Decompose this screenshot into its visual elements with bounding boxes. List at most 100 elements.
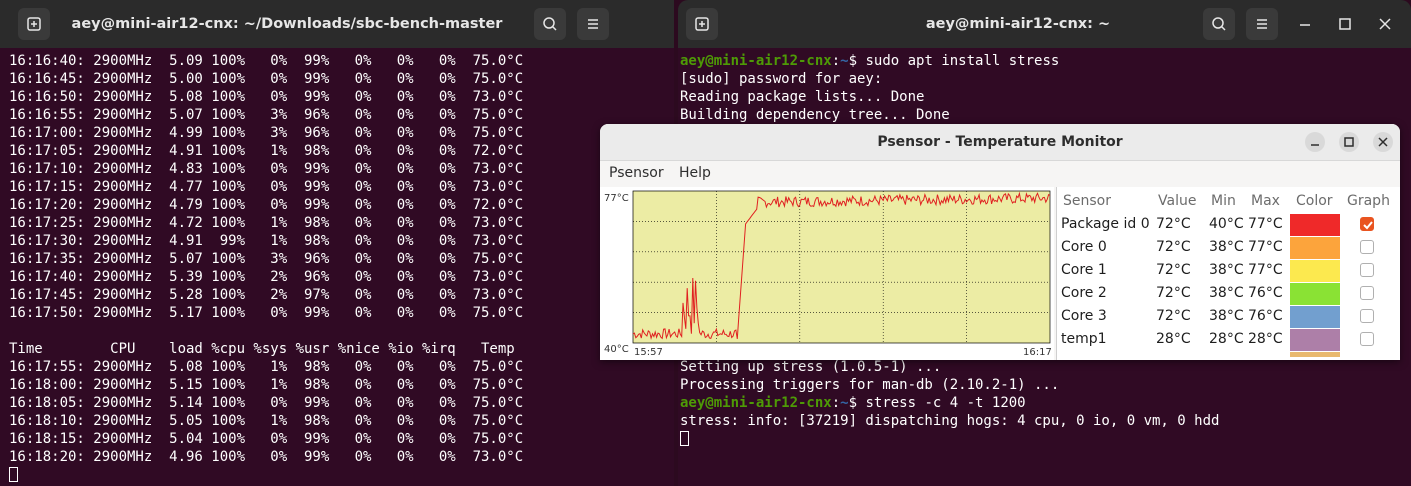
graph-checkbox[interactable] <box>1360 286 1374 300</box>
sensor-name: temp1 <box>1061 331 1107 347</box>
output-line: Setting up stress (1.0.5-1) ... <box>680 359 942 375</box>
sensor-row[interactable]: Core 3 72°C 38°C 76°C <box>1057 305 1397 328</box>
sensor-name: Core 2 <box>1061 285 1107 301</box>
sensor-row-partial <box>1057 351 1397 357</box>
header-min[interactable]: Min <box>1211 193 1236 209</box>
output-line: 16:17:35: 2900MHz 5.07 100% 3% 96% 0% 0%… <box>9 251 524 267</box>
right-terminal-headerbar: aey@mini-air12-cnx: ~ <box>678 0 1411 48</box>
menu-button[interactable] <box>577 8 609 40</box>
sensor-row[interactable]: Package id 0 72°C 40°C 77°C <box>1057 213 1397 236</box>
sensor-row[interactable]: Core 2 72°C 38°C 76°C <box>1057 282 1397 305</box>
output-line: stress: info: [37219] dispatching hogs: … <box>680 413 1220 429</box>
sensor-max: 28°C <box>1248 331 1283 347</box>
sensor-row[interactable]: Core 1 72°C 38°C 77°C <box>1057 259 1397 282</box>
prompt-user: aey@mini-air12-cnx <box>680 53 832 69</box>
sensor-color-swatch[interactable] <box>1290 214 1340 236</box>
header-max[interactable]: Max <box>1251 193 1280 209</box>
search-button[interactable] <box>534 8 566 40</box>
output-line: 16:17:05: 2900MHz 4.91 100% 1% 98% 0% 0%… <box>9 143 524 159</box>
minimize-button[interactable] <box>1289 8 1321 40</box>
output-line: 16:16:40: 2900MHz 5.09 100% 0% 99% 0% 0%… <box>9 53 524 69</box>
hamburger-icon <box>588 19 598 29</box>
left-terminal-content[interactable]: 16:16:40: 2900MHz 5.09 100% 0% 99% 0% 0%… <box>0 48 674 486</box>
output-line: 16:17:55: 2900MHz 5.08 100% 1% 98% 0% 0%… <box>9 359 524 375</box>
prompt-separator: : <box>831 395 841 411</box>
graph-checkbox[interactable] <box>1360 263 1374 277</box>
output-line: 16:17:10: 2900MHz 4.83 100% 0% 99% 0% 0%… <box>9 161 524 177</box>
terminal-cursor <box>9 467 18 482</box>
header-color[interactable]: Color <box>1296 193 1333 209</box>
output-line: 16:18:05: 2900MHz 5.14 100% 0% 99% 0% 0%… <box>9 395 524 411</box>
output-line: Time CPU load %cpu %sys %usr %nice %io %… <box>9 341 515 357</box>
sensor-value: 72°C <box>1156 216 1191 232</box>
maximize-icon <box>1344 137 1354 147</box>
sensor-value: 72°C <box>1156 239 1191 255</box>
sensor-min: 38°C <box>1209 239 1244 255</box>
output-line: 16:17:20: 2900MHz 4.79 100% 0% 99% 0% 0%… <box>9 197 524 213</box>
header-sensor[interactable]: Sensor <box>1063 193 1111 209</box>
prompt-symbol: $ <box>848 53 858 69</box>
psensor-window: Psensor - Temperature Monitor Psensor He… <box>600 124 1400 360</box>
sensor-color-swatch[interactable] <box>1290 260 1340 282</box>
output-line: 16:18:10: 2900MHz 5.05 100% 1% 98% 0% 0%… <box>9 413 524 429</box>
sensor-color-swatch[interactable] <box>1290 306 1340 328</box>
sensor-row[interactable]: Core 0 72°C 38°C 77°C <box>1057 236 1397 259</box>
graph-checkbox[interactable] <box>1360 309 1374 323</box>
menu-help[interactable]: Help <box>679 165 711 181</box>
output-line: 16:17:40: 2900MHz 5.39 100% 2% 96% 0% 0%… <box>9 269 524 285</box>
psensor-titlebar: Psensor - Temperature Monitor <box>600 124 1400 161</box>
new-tab-button[interactable] <box>18 8 50 40</box>
sensor-color-swatch <box>1290 352 1340 357</box>
psensor-minimize-button[interactable] <box>1305 132 1325 152</box>
close-button[interactable] <box>1369 8 1401 40</box>
search-button[interactable] <box>1203 8 1235 40</box>
sensor-max: 76°C <box>1248 308 1283 324</box>
minimize-icon <box>1311 144 1319 146</box>
sensor-color-swatch[interactable] <box>1290 237 1340 259</box>
left-terminal-output: 16:16:40: 2900MHz 5.09 100% 0% 99% 0% 0%… <box>9 52 523 484</box>
right-terminal-output-top: aey@mini-air12-cnx:~$ sudo apt install s… <box>680 52 1059 124</box>
menu-button[interactable] <box>1246 8 1278 40</box>
sensor-max: 77°C <box>1248 239 1283 255</box>
prompt-separator: : <box>831 53 841 69</box>
menu-psensor[interactable]: Psensor <box>609 165 664 181</box>
sensor-color-swatch[interactable] <box>1290 329 1340 351</box>
psensor-maximize-button[interactable] <box>1339 132 1359 152</box>
sensor-row[interactable]: temp1 28°C 28°C 28°C <box>1057 328 1397 351</box>
psensor-close-button[interactable] <box>1373 132 1393 152</box>
sensor-name: Core 1 <box>1061 262 1107 278</box>
header-value[interactable]: Value <box>1158 193 1196 209</box>
sensor-value: 72°C <box>1156 308 1191 324</box>
sensor-value: 72°C <box>1156 285 1191 301</box>
header-graph[interactable]: Graph <box>1347 193 1390 209</box>
output-line: 16:18:00: 2900MHz 5.15 100% 1% 98% 0% 0%… <box>9 377 524 393</box>
sensor-value: 72°C <box>1156 262 1191 278</box>
close-icon <box>1379 18 1391 30</box>
graph-checkbox[interactable] <box>1360 217 1374 231</box>
output-line: 16:16:55: 2900MHz 5.07 100% 3% 96% 0% 0%… <box>9 107 524 123</box>
output-line: [sudo] password for aey: <box>680 71 883 87</box>
sensor-table: Sensor Value Min Max Color Graph Package… <box>1056 187 1400 360</box>
output-line: 16:17:15: 2900MHz 4.77 100% 0% 99% 0% 0%… <box>9 179 524 195</box>
graph-checkbox[interactable] <box>1360 332 1374 346</box>
x-end-label: 16:17 <box>1023 347 1052 358</box>
output-line: 16:17:25: 2900MHz 4.72 100% 1% 98% 0% 0%… <box>9 215 524 231</box>
graph-checkbox[interactable] <box>1360 240 1374 254</box>
y-min-label: 40°C <box>604 344 629 355</box>
new-tab-button[interactable] <box>686 8 718 40</box>
output-line: 16:17:50: 2900MHz 5.17 100% 0% 99% 0% 0%… <box>9 305 524 321</box>
sensor-name: Core 0 <box>1061 239 1107 255</box>
temperature-graph: 77°C 40°C 15:57 16:17 <box>600 187 1054 360</box>
output-line: 16:16:45: 2900MHz 5.00 100% 0% 99% 0% 0%… <box>9 71 524 87</box>
sensor-max: 76°C <box>1248 285 1283 301</box>
sensor-min: 28°C <box>1209 331 1244 347</box>
maximize-icon <box>1339 18 1351 30</box>
maximize-button[interactable] <box>1329 8 1361 40</box>
output-line: 16:16:50: 2900MHz 5.08 100% 0% 99% 0% 0%… <box>9 89 524 105</box>
sensor-value: 28°C <box>1156 331 1191 347</box>
output-line: 16:17:00: 2900MHz 4.99 100% 3% 96% 0% 0%… <box>9 125 524 141</box>
sensor-color-swatch[interactable] <box>1290 283 1340 305</box>
sensor-min: 40°C <box>1209 216 1244 232</box>
x-start-label: 15:57 <box>634 347 663 358</box>
command-1: sudo apt install stress <box>857 53 1060 69</box>
